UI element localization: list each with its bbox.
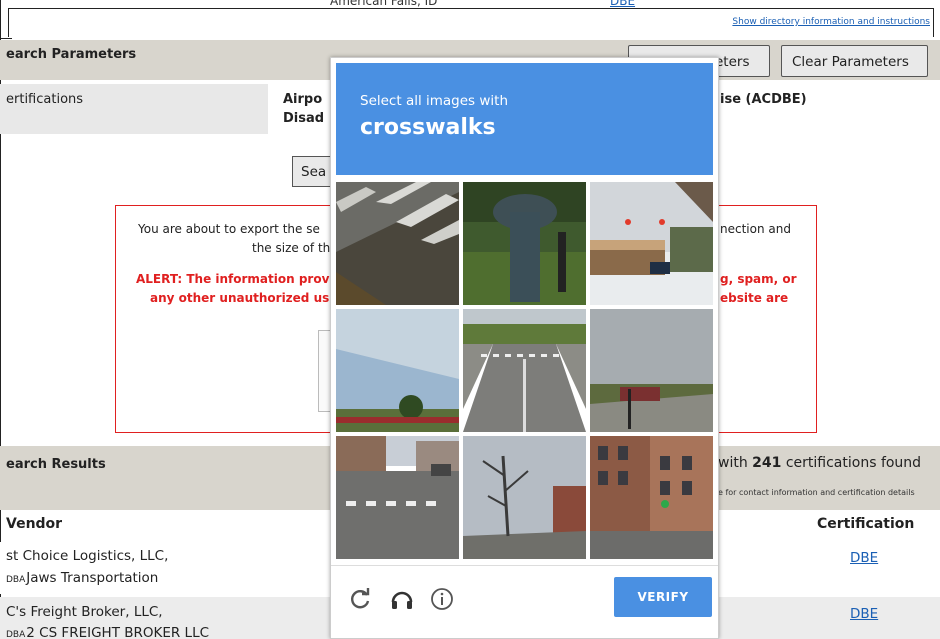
alert-line1: ALERT: The information prov — [136, 272, 330, 286]
search-button[interactable]: Sea — [292, 156, 332, 187]
search-parameters-title: earch Parameters — [6, 47, 137, 62]
certifications-label: ertifications — [6, 92, 84, 107]
search-results-title: earch Results — [6, 457, 106, 472]
vendor-name[interactable]: C's Freight Broker, LLC, — [6, 604, 163, 620]
alert-line1-right: g, spam, or — [720, 272, 797, 286]
captcha-tile-8[interactable] — [463, 436, 586, 559]
cert-link-dbe[interactable]: DBE — [850, 606, 878, 622]
captcha-tile-7[interactable] — [336, 436, 459, 559]
cert-value-airport: Airpo — [283, 92, 323, 107]
captcha-tile-4[interactable] — [336, 309, 459, 432]
alert-line2-right: ebsite are — [720, 291, 789, 305]
captcha-instruction: Select all images with — [360, 93, 509, 109]
truncated-result-row: American Falls, ID DBE — [330, 0, 635, 8]
captcha-header: Select all images with crosswalks — [336, 63, 713, 175]
verify-button[interactable]: VERIFY — [614, 577, 712, 617]
export-text-line1: You are about to export the se — [138, 222, 320, 236]
column-header-vendor: Vendor — [6, 516, 63, 532]
truncated-city: American Falls, ID — [330, 0, 438, 8]
captcha-footer-divider — [331, 565, 718, 566]
captcha-target-object: crosswalks — [360, 115, 496, 140]
top-border-right — [933, 8, 934, 37]
alert-line2: any other unauthorized us — [150, 291, 330, 305]
info-icon[interactable] — [429, 586, 455, 612]
reload-icon[interactable] — [347, 586, 373, 612]
cert-value-disadvantaged: Disad — [283, 111, 325, 126]
results-count-number: 241 — [752, 455, 782, 471]
truncated-dbe-link[interactable]: DBE — [610, 0, 635, 8]
captcha-dialog: Select all images with crosswalks VERIFY — [330, 57, 719, 639]
vendor-name[interactable]: st Choice Logistics, LLC, — [6, 548, 168, 564]
captcha-tile-9[interactable] — [590, 436, 713, 559]
captcha-tile-6[interactable] — [590, 309, 713, 432]
directory-info-link[interactable]: Show directory information and instructi… — [732, 17, 930, 27]
vendor-dba: DBA2 CS FREIGHT BROKER LLC — [6, 625, 210, 639]
results-count: with 241 certifications found — [718, 455, 922, 471]
cert-value-acdbe: ise (ACDBE) — [720, 92, 807, 107]
clear-parameters-button[interactable]: Clear Parameters — [781, 45, 928, 77]
audio-icon[interactable] — [389, 586, 415, 612]
column-header-certification: Certification — [817, 516, 915, 532]
captcha-tile-5[interactable] — [463, 309, 586, 432]
export-text-line1-right: nection and — [720, 222, 791, 236]
captcha-tile-1[interactable] — [336, 182, 459, 305]
captcha-tile-3[interactable] — [590, 182, 713, 305]
captcha-image-grid — [336, 182, 713, 559]
captcha-tile-2[interactable] — [463, 182, 586, 305]
left-border-tick — [0, 38, 12, 39]
top-border-left — [8, 8, 9, 37]
page: American Falls, ID DBE Show directory in… — [0, 0, 940, 639]
cert-link-dbe[interactable]: DBE — [850, 550, 878, 566]
vendor-dba: DBAJaws Transportation — [6, 570, 159, 586]
top-border — [8, 8, 934, 9]
results-note: e for contact information and certificat… — [718, 488, 915, 497]
